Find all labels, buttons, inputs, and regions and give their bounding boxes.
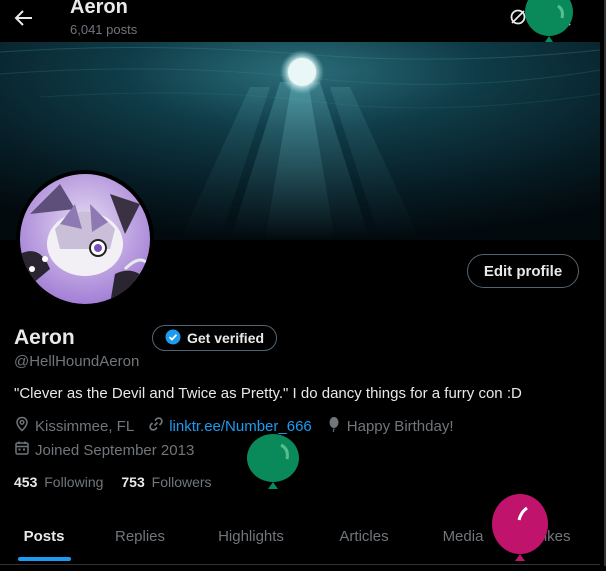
green-balloon-icon: [522, 0, 576, 51]
followers-link[interactable]: 753 Followers: [121, 474, 211, 490]
magenta-balloon-icon: [491, 494, 549, 571]
profile-meta-row: Kissimmee, FL linktr.ee/Number_666 Happy…: [14, 416, 468, 436]
balloon-icon: [326, 416, 342, 436]
location-pin-icon: [14, 416, 30, 436]
location-text: Kissimmee, FL: [35, 417, 135, 435]
header-post-count: 6,041 posts: [70, 22, 138, 37]
following-link[interactable]: 453 Following: [14, 474, 103, 490]
website-link[interactable]: linktr.ee/Number_666: [169, 418, 312, 435]
top-header: Aeron 6,041 posts: [0, 0, 600, 42]
followers-label: Followers: [151, 474, 212, 490]
birthday-text: Happy Birthday!: [346, 417, 454, 435]
tab-posts[interactable]: Posts: [0, 508, 88, 564]
get-verified-label: Get verified: [187, 330, 265, 346]
joined-row: Joined September 2013: [14, 440, 208, 460]
joined-text: Joined September 2013: [35, 441, 195, 459]
location: Kissimmee, FL: [14, 416, 134, 436]
followers-count: 753: [121, 474, 145, 490]
calendar-icon: [14, 440, 30, 460]
back-arrow-icon[interactable]: [10, 4, 38, 32]
profile-handle: @HellHoundAeron: [14, 353, 140, 370]
tab-highlights[interactable]: Highlights: [200, 508, 302, 564]
green-balloon-icon: [245, 433, 301, 496]
avatar[interactable]: [16, 170, 154, 308]
tab-replies[interactable]: Replies: [94, 508, 186, 564]
joined: Joined September 2013: [14, 440, 194, 460]
following-count: 453: [14, 474, 38, 490]
tab-media[interactable]: Media: [428, 508, 498, 564]
get-verified-button[interactable]: Get verified: [152, 325, 277, 351]
tab-articles[interactable]: Articles: [320, 508, 408, 564]
follow-stats: 453 Following 753 Followers: [14, 474, 212, 490]
header-title: Aeron: [70, 0, 128, 18]
following-label: Following: [44, 474, 104, 490]
edit-profile-button[interactable]: Edit profile: [467, 254, 579, 288]
profile-bio: "Clever as the Devil and Twice as Pretty…: [14, 385, 522, 402]
link-icon: [148, 416, 164, 436]
profile-name: Aeron: [14, 326, 75, 349]
active-tab-indicator: [18, 557, 71, 561]
verified-badge-icon: [165, 329, 181, 348]
birthday: Happy Birthday!: [326, 416, 454, 436]
